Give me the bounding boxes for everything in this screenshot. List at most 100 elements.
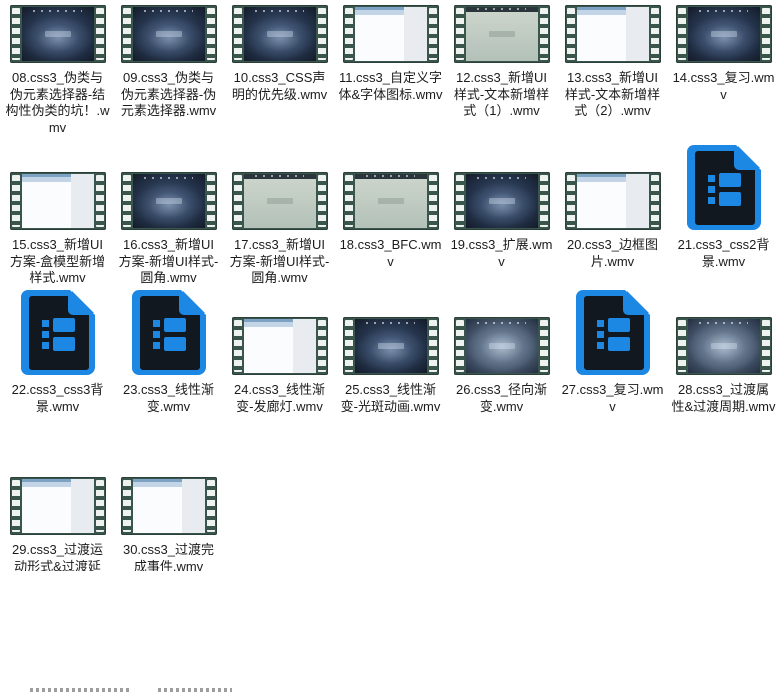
file-name: 25.css3_线性渐变-光斑动画.wmv bbox=[339, 382, 443, 415]
file-item[interactable]: 30.css3_过渡完成事件.wmv bbox=[113, 477, 224, 571]
video-thumbnail-preview bbox=[244, 174, 316, 228]
file-icon-area bbox=[343, 287, 439, 375]
thumbnail-watermark bbox=[267, 31, 293, 37]
video-file-icon bbox=[686, 144, 762, 230]
thumbnail-detail bbox=[699, 322, 748, 324]
filmstrip-icon bbox=[232, 317, 328, 375]
file-icon-area bbox=[454, 287, 550, 375]
thumbnail-detail bbox=[366, 322, 415, 324]
filmstrip-icon bbox=[565, 172, 661, 230]
thumbnail-watermark bbox=[711, 343, 737, 349]
file-name: 20.css3_边框图片.wmv bbox=[561, 237, 665, 270]
thumbnail-detail bbox=[144, 10, 193, 12]
file-icon-area bbox=[20, 287, 96, 375]
file-icon-area bbox=[454, 142, 550, 230]
file-item[interactable]: 22.css3_css3背景.wmv bbox=[2, 287, 113, 415]
file-item[interactable]: 10.css3_CSS声明的优先级.wmv bbox=[224, 5, 335, 136]
file-name: 11.css3_自定义字体&字体图标.wmv bbox=[339, 70, 443, 103]
file-icon-area bbox=[131, 287, 207, 375]
file-name: 17.css3_新增UI方案-新增UI样式-圆角.wmv bbox=[228, 237, 332, 287]
file-name: 26.css3_径向渐变.wmv bbox=[450, 382, 554, 415]
thumbnail-watermark bbox=[711, 31, 737, 37]
video-thumbnail-preview bbox=[22, 7, 94, 61]
icon-grid-row: 22.css3_css3背景.wmv 23.css3_线性渐变.wmv bbox=[2, 287, 782, 415]
video-thumbnail-preview bbox=[355, 7, 427, 61]
filmstrip-icon bbox=[10, 477, 106, 535]
filmstrip-icon bbox=[10, 5, 106, 63]
video-thumbnail-preview bbox=[466, 174, 538, 228]
file-item[interactable]: 27.css3_复习.wmv bbox=[557, 287, 668, 415]
file-name: 18.css3_BFC.wmv bbox=[339, 237, 443, 270]
thumbnail-watermark bbox=[378, 343, 404, 349]
clipped-text-fragment bbox=[30, 688, 132, 692]
file-name: 15.css3_新增UI方案-盒模型新增样式.wmv bbox=[6, 237, 110, 287]
filmstrip-icon bbox=[565, 5, 661, 63]
file-icon-area bbox=[676, 5, 772, 63]
filmstrip-icon bbox=[676, 317, 772, 375]
video-thumbnail-preview bbox=[355, 319, 427, 373]
thumbnail-detail bbox=[366, 175, 415, 177]
file-icon-area bbox=[676, 287, 772, 375]
file-item[interactable]: 20.css3_边框图片.wmv bbox=[557, 142, 668, 287]
video-thumbnail-preview bbox=[133, 7, 205, 61]
video-thumbnail-preview bbox=[22, 479, 94, 533]
file-item[interactable]: 23.css3_线性渐变.wmv bbox=[113, 287, 224, 415]
file-item[interactable]: 13.css3_新增UI样式-文本新增样式（2）.wmv bbox=[557, 5, 668, 136]
file-icon-area bbox=[232, 287, 328, 375]
video-thumbnail-preview bbox=[577, 7, 649, 61]
file-icon-area bbox=[121, 142, 217, 230]
video-thumbnail-preview bbox=[244, 7, 316, 61]
file-name: 22.css3_css3背景.wmv bbox=[6, 382, 110, 415]
video-thumbnail-preview bbox=[577, 174, 649, 228]
file-icon-area bbox=[565, 142, 661, 230]
file-icon-area bbox=[343, 142, 439, 230]
file-item[interactable]: 09.css3_伪类与伪元素选择器-伪元素选择器.wmv bbox=[113, 5, 224, 136]
thumbnail-watermark bbox=[489, 198, 515, 204]
filmstrip-icon bbox=[343, 172, 439, 230]
file-item[interactable]: 17.css3_新增UI方案-新增UI样式-圆角.wmv bbox=[224, 142, 335, 287]
video-thumbnail-preview bbox=[466, 319, 538, 373]
video-thumbnail-preview bbox=[133, 174, 205, 228]
file-name: 14.css3_复习.wmv bbox=[672, 70, 776, 103]
video-thumbnail-preview bbox=[244, 319, 316, 373]
video-thumbnail-preview bbox=[688, 319, 760, 373]
video-thumbnail-preview bbox=[22, 174, 94, 228]
thumbnail-detail bbox=[477, 177, 526, 179]
thumbnail-watermark bbox=[156, 198, 182, 204]
file-item[interactable]: 24.css3_线性渐变-发廊灯.wmv bbox=[224, 287, 335, 415]
file-icon-area bbox=[686, 142, 762, 230]
file-name: 08.css3_伪类与伪元素选择器-结构性伪类的坑！.wmv bbox=[6, 70, 110, 136]
file-item[interactable]: 21.css3_css2背景.wmv bbox=[668, 142, 779, 287]
file-item[interactable]: 29.css3_过渡运动形式&过渡延 bbox=[2, 477, 113, 571]
icon-grid-row: 15.css3_新增UI方案-盒模型新增样式.wmv 16.css3_新增UI方… bbox=[2, 142, 782, 287]
file-item[interactable]: 25.css3_线性渐变-光斑动画.wmv bbox=[335, 287, 446, 415]
video-thumbnail-preview bbox=[133, 479, 205, 533]
file-icon-area bbox=[10, 5, 106, 63]
file-item[interactable]: 14.css3_复习.wmv bbox=[668, 5, 779, 136]
icon-grid-row: 29.css3_过渡运动形式&过渡延 30.css3_过渡完成事件.wmv bbox=[2, 477, 782, 571]
file-item[interactable]: 08.css3_伪类与伪元素选择器-结构性伪类的坑！.wmv bbox=[2, 5, 113, 136]
icon-grid-row: 08.css3_伪类与伪元素选择器-结构性伪类的坑！.wmv 09.css3_伪… bbox=[2, 5, 782, 136]
file-icon-area bbox=[121, 477, 217, 535]
file-item[interactable]: 28.css3_过渡属性&过渡周期.wmv bbox=[668, 287, 779, 415]
file-item[interactable]: 16.css3_新增UI方案-新增UI样式-圆角.wmv bbox=[113, 142, 224, 287]
file-item[interactable]: 18.css3_BFC.wmv bbox=[335, 142, 446, 287]
file-item[interactable]: 26.css3_径向渐变.wmv bbox=[446, 287, 557, 415]
thumbnail-watermark bbox=[378, 198, 404, 204]
thumbnail-detail bbox=[33, 10, 82, 12]
filmstrip-icon bbox=[10, 172, 106, 230]
file-item[interactable]: 12.css3_新增UI样式-文本新增样式（1）.wmv bbox=[446, 5, 557, 136]
thumbnail-detail bbox=[144, 177, 193, 179]
filmstrip-icon bbox=[343, 317, 439, 375]
thumbnail-watermark bbox=[267, 198, 293, 204]
file-item[interactable]: 11.css3_自定义字体&字体图标.wmv bbox=[335, 5, 446, 136]
file-name: 28.css3_过渡属性&过渡周期.wmv bbox=[672, 382, 776, 415]
file-item[interactable]: 15.css3_新增UI方案-盒模型新增样式.wmv bbox=[2, 142, 113, 287]
file-item[interactable]: 19.css3_扩展.wmv bbox=[446, 142, 557, 287]
thumbnail-detail bbox=[477, 8, 526, 10]
video-file-icon bbox=[575, 289, 651, 375]
filmstrip-icon bbox=[343, 5, 439, 63]
filmstrip-icon bbox=[454, 317, 550, 375]
thumbnail-watermark bbox=[489, 343, 515, 349]
thumbnail-detail bbox=[477, 322, 526, 324]
